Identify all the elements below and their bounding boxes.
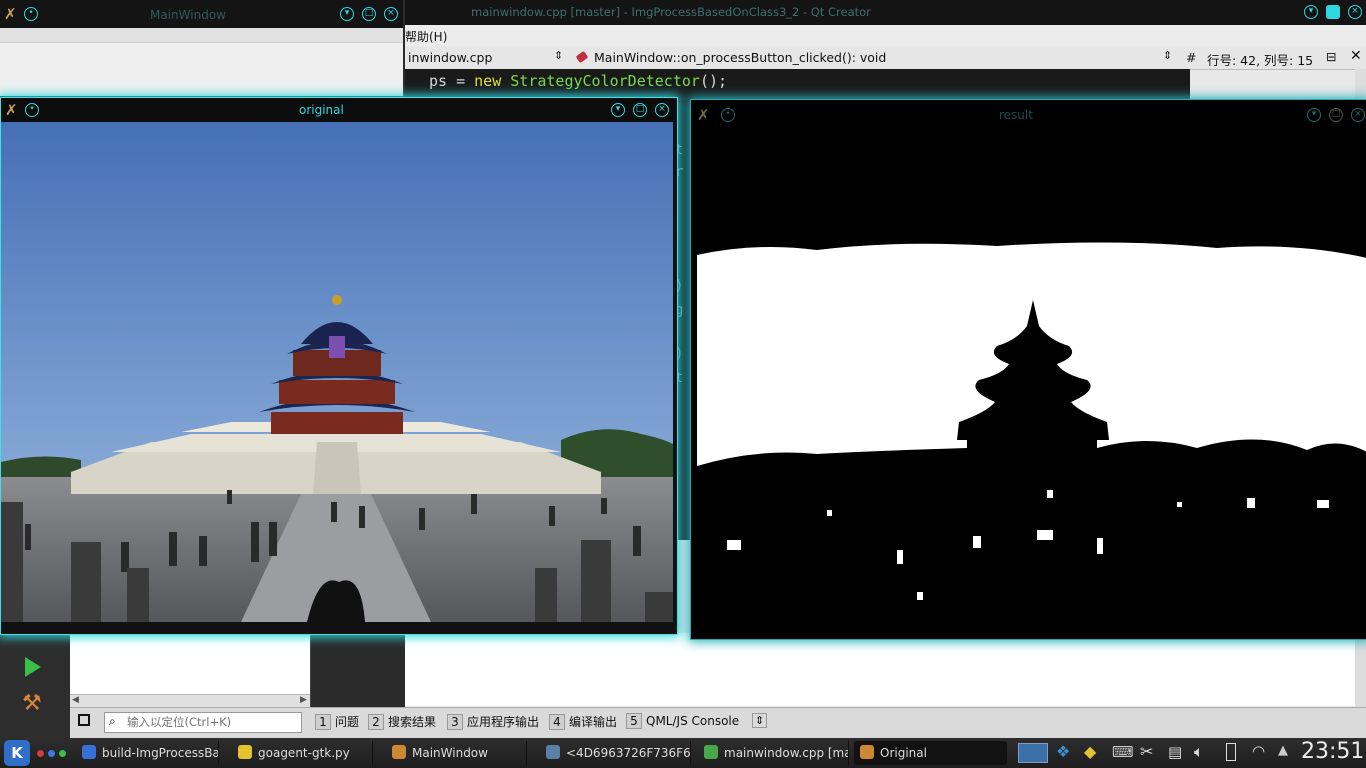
original-image-window: ✗ • original ▾ □ × — [0, 97, 678, 635]
wifi-icon[interactable]: ◠ — [1252, 742, 1265, 760]
pin-icon[interactable]: • — [24, 7, 38, 21]
output-tabs-bar: ⌕ 1问题 2搜索结果 3应用程序输出 4编译输出 5QML/JS Consol… — [70, 707, 1366, 739]
file-combo-arrow-icon[interactable]: ⇕ — [554, 49, 563, 62]
code-line: ps = new StrategyColorDetector(); — [429, 72, 727, 90]
search-icon: ⌕ — [109, 714, 116, 728]
minimize-icon[interactable]: ▾ — [340, 7, 354, 21]
build-hammer-icon[interactable]: ⚒ — [22, 691, 42, 716]
result-titlebar[interactable]: ✗ • result ▾ □ × — [691, 100, 1366, 128]
activity-green-icon[interactable] — [59, 750, 66, 757]
maximize-icon[interactable]: □ — [1329, 108, 1343, 122]
folder-icon — [82, 745, 96, 759]
menu-bar: 帮助(H) — [405, 25, 1366, 47]
maximize-icon[interactable]: □ — [633, 103, 647, 117]
minimize-icon[interactable]: ▾ — [1304, 5, 1318, 19]
more-tabs-icon[interactable]: ⇕ — [752, 713, 768, 728]
result-image-window: ✗ • result ▾ □ × — [690, 99, 1366, 640]
tab-compile-output[interactable]: 4 编译输出 — [549, 713, 617, 733]
split-icon[interactable]: ⊟ — [1326, 49, 1336, 64]
main-window-toolbar — [0, 28, 403, 43]
debug-run-icon[interactable] — [25, 657, 41, 677]
scroll-left-icon[interactable]: ◀ — [72, 695, 79, 705]
kde-menu-icon[interactable]: K — [4, 740, 30, 766]
volume-icon[interactable]: 🔈︎ — [1194, 742, 1204, 762]
locator-input[interactable] — [127, 713, 297, 730]
tab-application-output[interactable]: 3 应用程序输出 — [447, 713, 539, 733]
cursor-position: 行号: 42, 列号: 15 — [1207, 53, 1314, 68]
code-class: StrategyColorDetector — [510, 72, 700, 90]
app-x-icon — [392, 745, 406, 759]
expand-tray-icon[interactable]: ▲ — [1278, 743, 1288, 758]
main-window-title: MainWindow — [150, 8, 226, 22]
battery-icon[interactable] — [1226, 743, 1236, 761]
task-document[interactable]: <4D6963726F736F66 — [540, 741, 691, 765]
main-window: ✗ • MainWindow ▾ □ × — [0, 0, 403, 96]
close-icon[interactable]: × — [1351, 108, 1365, 122]
mode-sidebar: ⚒ — [0, 633, 70, 738]
app-x-icon: ✗ — [4, 5, 17, 23]
activity-blue-icon[interactable] — [48, 750, 55, 757]
pin-icon[interactable]: • — [721, 108, 735, 122]
app-x-icon: ✗ — [5, 101, 18, 119]
clipboard-icon[interactable]: ▤ — [1168, 743, 1182, 761]
tab-issues[interactable]: 1 问题 — [315, 713, 359, 733]
scissors-icon[interactable]: ✂ — [1140, 742, 1153, 761]
binary-mask-image — [697, 130, 1366, 635]
code-editor[interactable]: ps = new StrategyColorDetector(); — [405, 69, 1190, 100]
qt-creator-titlebar[interactable]: mainwindow.cpp [master] - ImgProcessBase… — [405, 0, 1366, 25]
code-rest: (); — [699, 72, 728, 90]
maximize-icon[interactable] — [1326, 5, 1340, 19]
scroll-right-icon[interactable]: ▶ — [300, 695, 307, 705]
qt-creator-title: mainwindow.cpp [master] - ImgProcessBase… — [471, 5, 871, 19]
code-indent: ps = — [429, 72, 475, 90]
task-build-dir[interactable]: build-ImgProcessBas — [76, 741, 219, 765]
minimize-icon[interactable]: ▾ — [1307, 108, 1321, 122]
close-editor-icon[interactable]: ✕ — [1350, 48, 1362, 64]
file-combo[interactable]: inwindow.cpp — [408, 50, 492, 65]
hash-label: # — [1186, 50, 1197, 65]
function-combo[interactable]: MainWindow::on_processButton_clicked(): … — [594, 50, 886, 65]
main-window-titlebar[interactable]: ✗ • MainWindow ▾ □ × — [0, 0, 403, 28]
temple-photo — [1, 122, 673, 622]
original-title: original — [299, 103, 344, 117]
pin-icon[interactable]: • — [25, 103, 39, 117]
task-original[interactable]: Original — [854, 741, 1007, 765]
task-qt-creator[interactable]: mainwindow.cpp [ma — [698, 741, 849, 765]
editor-toolbar: inwindow.cpp ⇕ MainWindow::on_processBut… — [405, 46, 1366, 70]
clock[interactable]: 23:51 — [1301, 739, 1364, 764]
task-goagent[interactable]: goagent-gtk.py — [232, 741, 373, 765]
app-x-icon — [860, 745, 874, 759]
python-tray-icon[interactable]: ◆ — [1084, 742, 1096, 761]
python-icon — [238, 745, 252, 759]
tab-qml-console[interactable]: 5 QML/JS Console — [626, 713, 739, 733]
function-combo-arrow-icon[interactable]: ⇕ — [1163, 49, 1172, 62]
maximize-icon[interactable]: □ — [362, 7, 376, 21]
close-icon[interactable]: × — [655, 103, 669, 117]
result-title: result — [999, 108, 1033, 122]
toggle-sidebar-icon[interactable] — [78, 714, 90, 726]
menu-help[interactable]: 帮助(H) — [405, 28, 447, 45]
qt-icon — [704, 745, 718, 759]
output-pane — [405, 633, 1355, 706]
taskbar: K build-ImgProcessBas goagent-gtk.py Mai… — [0, 738, 1366, 768]
activity-red-icon[interactable] — [37, 750, 44, 757]
keyboard-icon[interactable]: ⌨ — [1112, 743, 1134, 761]
minimize-icon[interactable]: ▾ — [611, 103, 625, 117]
task-mainwindow[interactable]: MainWindow — [386, 741, 527, 765]
locator-box[interactable]: ⌕ — [104, 712, 302, 733]
close-icon[interactable]: × — [384, 7, 398, 21]
desktop-pager-icon[interactable] — [1018, 743, 1048, 763]
document-icon — [546, 745, 560, 759]
horizontal-scrollbar[interactable]: ◀ ▶ — [70, 694, 310, 707]
function-icon — [575, 50, 589, 64]
tab-search-results[interactable]: 2 搜索结果 — [368, 713, 436, 733]
original-titlebar[interactable]: ✗ • original ▾ □ × — [1, 98, 677, 122]
app-x-icon: ✗ — [697, 106, 710, 124]
close-icon[interactable]: × — [1348, 5, 1362, 19]
code-keyword: new — [474, 72, 502, 90]
dropbox-icon[interactable]: ❖ — [1056, 742, 1070, 761]
